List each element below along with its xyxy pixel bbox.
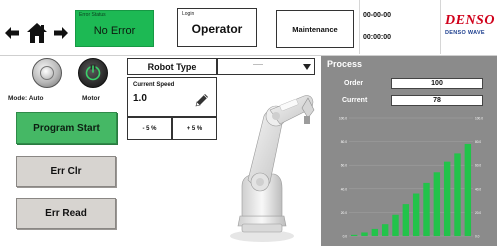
current-speed-display: Current Speed 1.0 — [127, 77, 217, 117]
error-status-caption: Error Status — [79, 12, 106, 18]
header-bar: Error Status No Error Login Operator Mai… — [0, 0, 497, 56]
current-speed-caption: Current Speed — [133, 82, 175, 88]
robot-type-dropdown[interactable]: ----- — [217, 58, 315, 75]
bar — [423, 182, 430, 236]
maintenance-button[interactable]: Maintenance — [276, 10, 354, 48]
bar — [433, 172, 441, 236]
mode-selector-knob[interactable] — [32, 58, 62, 88]
bar — [402, 204, 410, 236]
denso-logo: DENSO DENSO WAVE — [445, 14, 497, 44]
y-tick-label-left: 80.0 — [341, 140, 347, 144]
date-time-display: 00-00-00 00:00:00 — [359, 0, 441, 54]
current-speed-value: 1.0 — [133, 93, 147, 104]
y-tick-label-left: 100.0 — [339, 117, 347, 121]
motor-power-button[interactable] — [78, 58, 108, 88]
robot-type-label: Robot Type — [127, 58, 217, 75]
err-read-button[interactable]: Err Read — [16, 198, 116, 229]
y-tick-label-right: 20.0 — [475, 211, 481, 215]
login-caption: Login — [182, 11, 195, 17]
bar — [412, 193, 420, 236]
error-status-indicator[interactable]: Error Status No Error — [75, 10, 154, 47]
err-clr-button[interactable]: Err Clr — [16, 156, 116, 187]
y-tick-label-right: 0.0 — [475, 235, 480, 239]
bar — [454, 153, 461, 236]
robot-type-selected: ----- — [253, 62, 263, 68]
robot-arm-image — [218, 76, 318, 246]
logo-wordmark: DENSO — [445, 14, 495, 28]
pencil-icon[interactable] — [194, 92, 210, 108]
bar — [361, 232, 368, 236]
program-start-button[interactable]: Program Start — [16, 112, 117, 144]
y-tick-label-right: 100.0 — [475, 117, 483, 121]
y-tick-label-left: 20.0 — [341, 211, 347, 215]
power-icon — [85, 64, 101, 81]
bar — [371, 228, 379, 236]
bar — [443, 161, 451, 236]
arrow-right-icon[interactable] — [53, 24, 69, 42]
y-tick-label-right: 40.0 — [475, 187, 481, 191]
process-bar-chart: 0.0 0.0 20.0 20.0 40.0 40.0 60.0 60.0 80.0 80.0 10… — [339, 117, 483, 239]
process-panel: Process Order 100 Current 78 0.0 0.0 20.0 2… — [321, 56, 497, 246]
order-value: 100 — [391, 78, 483, 89]
bar — [392, 214, 399, 236]
login-user: Operator — [191, 22, 243, 36]
y-tick-label-left: 40.0 — [341, 187, 347, 191]
navigation — [4, 22, 70, 48]
arrow-left-icon[interactable] — [4, 24, 20, 42]
y-tick-label-left: 0.0 — [343, 235, 348, 239]
speed-up-button[interactable]: + 5 % — [172, 117, 217, 140]
bar — [464, 143, 472, 236]
y-tick-label-right: 60.0 — [475, 164, 481, 168]
date-value: 00-00-00 — [363, 12, 392, 19]
mode-label: Mode: Auto — [8, 95, 44, 102]
order-label: Order — [344, 80, 364, 87]
login-button[interactable]: Login Operator — [177, 8, 257, 47]
mode-knob-cap — [40, 66, 54, 80]
chevron-down-icon — [300, 60, 313, 73]
y-tick-label-left: 60.0 — [341, 164, 347, 168]
bar — [350, 234, 358, 236]
current-value: 78 — [391, 95, 483, 106]
time-value: 00:00:00 — [363, 34, 392, 41]
control-panel: Mode: Auto Motor Program Start Err Clr E… — [0, 56, 124, 246]
y-tick-label-right: 80.0 — [475, 140, 481, 144]
bar — [381, 224, 389, 236]
home-icon[interactable] — [25, 21, 49, 45]
speed-down-button[interactable]: - 5 % — [127, 117, 172, 140]
error-status-value: No Error — [93, 25, 136, 37]
robot-panel: Robot Type ----- Current Speed 1.0 - 5 %… — [125, 56, 320, 246]
current-label: Current — [342, 97, 368, 104]
logo-subtitle: DENSO WAVE — [445, 30, 485, 36]
process-title: Process — [327, 59, 363, 69]
motor-label: Motor — [82, 95, 101, 102]
